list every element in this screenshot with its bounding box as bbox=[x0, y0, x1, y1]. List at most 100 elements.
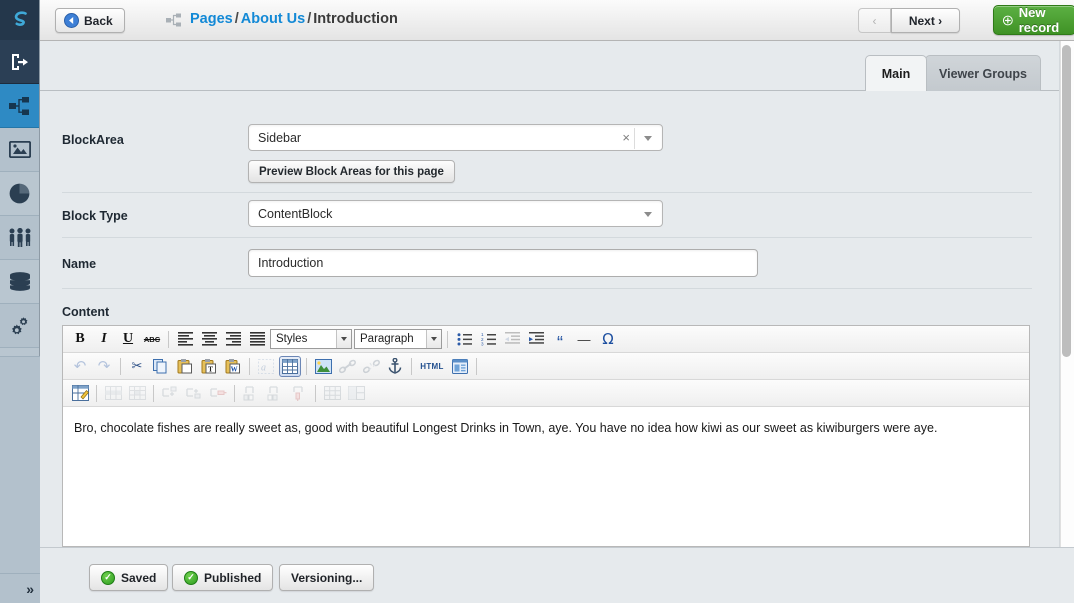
insert-row-after-icon[interactable] bbox=[183, 383, 205, 404]
svg-text:3: 3 bbox=[481, 341, 484, 346]
editor-toolbar-row-3 bbox=[63, 380, 1029, 407]
sidebar-item-logout[interactable] bbox=[0, 40, 39, 84]
published-button[interactable]: ✓ Published bbox=[172, 564, 274, 591]
breadcrumb-link-pages[interactable]: Pages bbox=[190, 11, 233, 27]
delete-row-icon[interactable] bbox=[207, 383, 229, 404]
breadcrumb-link-about-us[interactable]: About Us bbox=[241, 11, 305, 27]
insert-column-after-icon[interactable] bbox=[264, 383, 286, 404]
insert-image-icon[interactable] bbox=[312, 356, 334, 377]
vertical-scrollbar-thumb[interactable] bbox=[1062, 45, 1071, 357]
tab-main[interactable]: Main bbox=[865, 55, 927, 91]
blockarea-label: BlockArea bbox=[62, 133, 124, 147]
sidebar-item-logo[interactable] bbox=[0, 0, 39, 40]
delete-column-icon[interactable] bbox=[288, 383, 310, 404]
strikethrough-icon[interactable]: ABC bbox=[141, 329, 163, 350]
saved-button[interactable]: ✓ Saved bbox=[89, 564, 169, 591]
underline-icon[interactable]: U bbox=[117, 329, 139, 350]
format-select[interactable]: Paragraph bbox=[354, 329, 442, 349]
divider-3 bbox=[62, 288, 1032, 289]
rail-filler bbox=[0, 356, 40, 603]
blockarea-select[interactable]: Sidebar × bbox=[248, 124, 663, 151]
editor-content-area[interactable]: Bro, chocolate fishes are really sweet a… bbox=[63, 407, 1029, 546]
breadcrumb-separator-1: / bbox=[234, 11, 239, 27]
svg-text:W: W bbox=[231, 365, 238, 373]
blocktype-select[interactable]: ContentBlock bbox=[248, 200, 663, 227]
bullet-list-icon[interactable] bbox=[453, 329, 475, 350]
sitetree-icon bbox=[9, 96, 29, 115]
chevron-down-icon[interactable] bbox=[644, 136, 652, 141]
sidebar-item-settings[interactable] bbox=[0, 304, 39, 348]
insert-link-icon[interactable] bbox=[336, 356, 358, 377]
redo-icon[interactable]: ↷ bbox=[93, 356, 115, 377]
align-justify-icon[interactable] bbox=[246, 329, 268, 350]
previous-record-button[interactable]: ‹ bbox=[858, 8, 891, 33]
versioning-button-label: Versioning... bbox=[291, 570, 363, 585]
chevron-down-icon[interactable] bbox=[644, 212, 652, 217]
anchor-icon[interactable] bbox=[384, 356, 406, 377]
divider-1 bbox=[62, 192, 1032, 193]
special-character-icon[interactable]: Ω bbox=[597, 329, 619, 350]
align-center-icon[interactable] bbox=[198, 329, 220, 350]
chevron-down-icon[interactable] bbox=[336, 330, 351, 348]
silverstripe-logo-icon bbox=[14, 11, 27, 26]
versioning-button[interactable]: Versioning... bbox=[279, 564, 375, 591]
back-arrow-icon bbox=[64, 13, 79, 28]
edit-html-icon[interactable]: HTML bbox=[417, 356, 447, 377]
sidebar-item-security[interactable] bbox=[0, 216, 39, 260]
styles-select-value: Styles bbox=[276, 333, 308, 345]
sidebar-expand-label: » bbox=[26, 580, 34, 597]
blockquote-icon[interactable]: “ bbox=[549, 329, 571, 352]
sidebar-item-models[interactable] bbox=[0, 260, 39, 304]
unlink-icon[interactable] bbox=[360, 356, 382, 377]
paste-icon[interactable] bbox=[174, 356, 196, 377]
outdent-icon[interactable] bbox=[501, 329, 523, 350]
sidebar-item-reports[interactable] bbox=[0, 172, 39, 216]
bold-icon[interactable]: B bbox=[69, 329, 91, 350]
find-replace-icon[interactable]: a bbox=[255, 356, 277, 377]
insert-table-icon[interactable] bbox=[279, 355, 301, 377]
chevron-down-icon[interactable] bbox=[426, 330, 441, 348]
table-row-properties-icon[interactable] bbox=[102, 383, 124, 404]
tab-viewer-groups-label: Viewer Groups bbox=[939, 66, 1027, 81]
horizontal-rule-icon[interactable]: — bbox=[573, 329, 595, 350]
preview-block-areas-button[interactable]: Preview Block Areas for this page bbox=[248, 160, 455, 183]
back-button[interactable]: Back bbox=[55, 8, 125, 33]
toolbar-separator bbox=[411, 357, 412, 375]
split-cells-icon[interactable] bbox=[321, 383, 343, 404]
cms-window: » Back Pages/About Us/Introduction ‹ bbox=[0, 0, 1074, 603]
merge-cells-icon[interactable] bbox=[345, 383, 367, 404]
numbered-list-icon[interactable]: 123 bbox=[477, 329, 499, 350]
back-button-label: Back bbox=[84, 13, 113, 28]
table-properties-icon[interactable] bbox=[69, 383, 91, 404]
name-input[interactable] bbox=[248, 249, 758, 277]
new-record-button[interactable]: New record bbox=[993, 5, 1074, 35]
breadcrumb: Pages / About Us / Introduction bbox=[190, 11, 398, 27]
paste-as-text-icon[interactable]: T bbox=[198, 356, 220, 377]
insert-row-before-icon[interactable] bbox=[159, 383, 181, 404]
toolbar-separator bbox=[96, 384, 97, 402]
next-record-button[interactable]: Next › bbox=[891, 8, 960, 33]
paste-from-word-icon[interactable]: W bbox=[222, 356, 244, 377]
italic-icon[interactable]: I bbox=[93, 329, 115, 350]
editor-paragraph: Bro, chocolate fishes are really sweet a… bbox=[74, 421, 938, 435]
undo-icon[interactable]: ↶ bbox=[69, 356, 91, 377]
copy-icon[interactable] bbox=[150, 356, 172, 377]
sidebar-item-pages[interactable] bbox=[0, 84, 39, 128]
form-actions-footer: ✓ Saved ✓ Published Versioning... bbox=[40, 547, 1074, 603]
styles-select[interactable]: Styles bbox=[270, 329, 352, 349]
align-left-icon[interactable] bbox=[174, 329, 196, 350]
blockarea-clear-icon[interactable]: × bbox=[622, 130, 630, 145]
toolbar-separator bbox=[447, 330, 448, 348]
sidebar-item-files[interactable] bbox=[0, 128, 39, 172]
content-label: Content bbox=[62, 305, 110, 319]
svg-text:T: T bbox=[208, 364, 213, 373]
cut-icon[interactable]: ✂ bbox=[126, 356, 148, 377]
table-cell-properties-icon[interactable] bbox=[126, 383, 148, 404]
insert-media-icon[interactable] bbox=[449, 356, 471, 377]
sidebar-expand-button[interactable]: » bbox=[0, 573, 40, 603]
align-right-icon[interactable] bbox=[222, 329, 244, 350]
indent-icon[interactable] bbox=[525, 329, 547, 350]
breadcrumb-current: Introduction bbox=[313, 11, 398, 27]
insert-column-before-icon[interactable] bbox=[240, 383, 262, 404]
tab-viewer-groups[interactable]: Viewer Groups bbox=[925, 55, 1041, 91]
